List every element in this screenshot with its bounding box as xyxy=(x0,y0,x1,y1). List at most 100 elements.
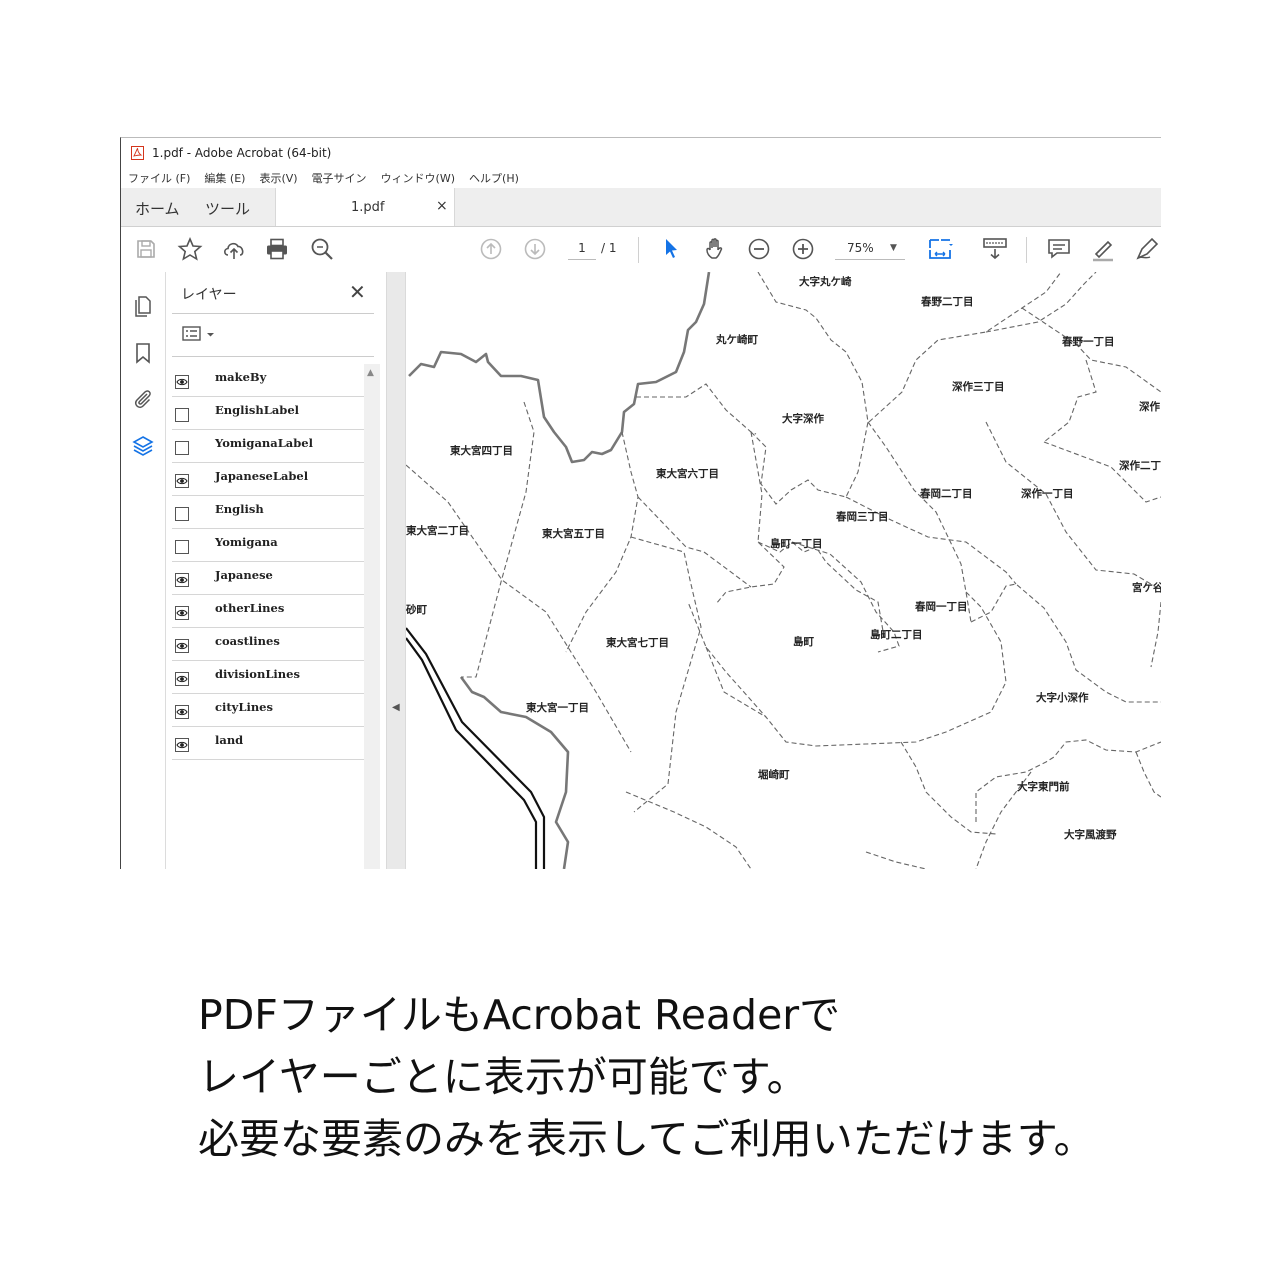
layer-row-land[interactable]: land xyxy=(172,727,364,760)
zoom-out-icon[interactable] xyxy=(746,236,772,262)
save-icon[interactable] xyxy=(133,236,159,262)
eye-icon[interactable] xyxy=(175,573,189,587)
caption-text: PDFファイルもAcrobat Readerで レイヤーごとに表示が可能です。 … xyxy=(197,984,1198,1170)
tab-home[interactable]: ホーム xyxy=(135,198,180,219)
layer-visibility-checkbox[interactable] xyxy=(175,540,189,554)
map-label: 東大宮二丁目 xyxy=(406,525,469,537)
bookmark-star-icon[interactable] xyxy=(177,236,203,262)
map-label: 砂町 xyxy=(406,604,427,616)
previous-page-icon[interactable] xyxy=(478,236,504,262)
menu-help[interactable]: ヘルプ(H) xyxy=(469,169,519,187)
print-icon[interactable] xyxy=(264,236,290,262)
map-label: 東大宮五丁目 xyxy=(542,528,605,540)
toolbar-separator xyxy=(1026,237,1027,263)
select-tool-icon[interactable] xyxy=(658,236,684,262)
layer-row-EnglishLabel[interactable]: EnglishLabel xyxy=(172,397,364,430)
eye-icon[interactable] xyxy=(175,705,189,719)
scroll-up-icon[interactable]: ▲ xyxy=(367,368,374,378)
layer-visibility-checkbox[interactable] xyxy=(175,441,189,455)
menu-esign[interactable]: 電子サイン xyxy=(312,169,367,187)
fit-page-icon[interactable] xyxy=(927,236,953,262)
zoom-select[interactable]: 75% ▼ xyxy=(835,237,905,260)
zoom-in-icon[interactable] xyxy=(790,236,816,262)
eye-icon[interactable] xyxy=(175,375,189,389)
layer-visibility-checkbox[interactable] xyxy=(175,408,189,422)
comment-icon[interactable] xyxy=(1046,236,1072,262)
layer-options-button[interactable] xyxy=(182,325,218,343)
menu-window[interactable]: ウィンドウ(W) xyxy=(381,169,455,187)
title-bar: 1.pdf - Adobe Acrobat (64-bit) xyxy=(121,138,1161,168)
eye-icon[interactable] xyxy=(175,474,189,488)
layer-row-JapaneseLabel[interactable]: JapaneseLabel xyxy=(172,463,364,496)
layers-panel: レイヤー ✕ makeBy EnglishLabel YomiganaLabel… xyxy=(166,272,386,869)
hand-tool-icon[interactable] xyxy=(702,236,728,262)
map-label: 東大宮一丁目 xyxy=(526,702,589,714)
map-label: 島町二丁目 xyxy=(870,629,923,641)
map-label: 大字小深作 xyxy=(1036,692,1089,704)
next-page-icon[interactable] xyxy=(522,236,548,262)
layers-icon[interactable] xyxy=(131,434,155,458)
caption-line-3: 必要な要素のみを表示してご利用いただけます。 xyxy=(197,1114,1095,1163)
cloud-upload-icon[interactable] xyxy=(221,236,247,262)
layer-row-otherLines[interactable]: otherLines xyxy=(172,595,364,628)
chevron-down-icon: ▼ xyxy=(890,243,897,253)
close-tab-icon[interactable]: × xyxy=(436,198,448,214)
layer-row-cityLines[interactable]: cityLines xyxy=(172,694,364,727)
layer-name: cityLines xyxy=(215,700,273,714)
toolbar: 1 / 1 75% ▼ xyxy=(121,227,1161,273)
map-label: 春岡一丁目 xyxy=(915,601,968,613)
attachments-icon[interactable] xyxy=(131,387,155,411)
tab-bar: ホーム ツール 1.pdf × xyxy=(121,188,1161,227)
layer-row-YomiganaLabel[interactable]: YomiganaLabel xyxy=(172,430,364,463)
menu-view[interactable]: 表示(V) xyxy=(259,169,297,187)
collapse-panel-icon[interactable]: ◀ xyxy=(392,702,400,713)
panel-splitter[interactable]: ◀ xyxy=(386,272,406,869)
panel-scrollbar[interactable]: ▲ xyxy=(364,364,380,869)
eye-icon[interactable] xyxy=(175,738,189,752)
map-label: 春岡三丁目 xyxy=(836,511,889,523)
layer-visibility-checkbox[interactable] xyxy=(175,507,189,521)
map-label: 大字深作 xyxy=(782,413,824,425)
close-panel-icon[interactable]: ✕ xyxy=(349,280,366,304)
panel-divider xyxy=(172,313,374,314)
layer-name: Yomigana xyxy=(215,535,278,549)
caption-line-2: レイヤーごとに表示が可能です。 xyxy=(197,1052,808,1101)
scroll-mode-icon[interactable] xyxy=(982,236,1008,262)
page-number-input[interactable]: 1 xyxy=(568,237,596,260)
layer-name: land xyxy=(215,733,244,747)
map-label: 東大宮四丁目 xyxy=(450,445,513,457)
acrobat-pdf-icon xyxy=(131,146,144,160)
layer-row-coastlines[interactable]: coastlines xyxy=(172,628,364,661)
tab-document[interactable]: 1.pdf × xyxy=(275,188,455,226)
map-label: 深作一丁目 xyxy=(1021,488,1074,500)
map-label: 春岡二丁目 xyxy=(920,488,973,500)
layer-name: divisionLines xyxy=(215,667,300,681)
map-label: 深作 xyxy=(1139,401,1160,413)
layer-row-Yomigana[interactable]: Yomigana xyxy=(172,529,364,562)
layer-row-makeBy[interactable]: makeBy xyxy=(172,364,364,397)
map-label: 大字風渡野 xyxy=(1064,829,1117,841)
map-label: 島町一丁目 xyxy=(770,538,823,550)
layer-row-English[interactable]: English xyxy=(172,496,364,529)
menu-edit[interactable]: 編集 (E) xyxy=(204,169,245,187)
caption-line-1: PDFファイルもAcrobat Readerで xyxy=(197,990,841,1039)
bookmarks-icon[interactable] xyxy=(131,341,155,365)
eye-icon[interactable] xyxy=(175,672,189,686)
layer-name: YomiganaLabel xyxy=(215,436,313,450)
layer-row-divisionLines[interactable]: divisionLines xyxy=(172,661,364,694)
eye-icon[interactable] xyxy=(175,639,189,653)
layer-row-Japanese[interactable]: Japanese xyxy=(172,562,364,595)
sign-pen-icon[interactable] xyxy=(1134,236,1160,262)
map-label: 大字丸ケ崎 xyxy=(799,276,852,288)
search-icon[interactable] xyxy=(309,236,335,262)
window-title: 1.pdf - Adobe Acrobat (64-bit) xyxy=(152,146,332,160)
menu-file[interactable]: ファイル (F) xyxy=(128,169,190,187)
eye-icon[interactable] xyxy=(175,606,189,620)
highlight-pen-icon[interactable] xyxy=(1090,236,1116,262)
tab-tools[interactable]: ツール xyxy=(205,198,250,219)
layer-name: English xyxy=(215,502,264,516)
layer-name: makeBy xyxy=(215,370,267,384)
document-map-view[interactable]: 大字丸ケ崎 春野二丁目 丸ケ崎町 春野一丁目 深作三丁目 深作 大字深作 東大宮… xyxy=(406,272,1161,869)
map-label: 堀崎町 xyxy=(758,769,790,781)
page-thumbnails-icon[interactable] xyxy=(131,294,155,318)
